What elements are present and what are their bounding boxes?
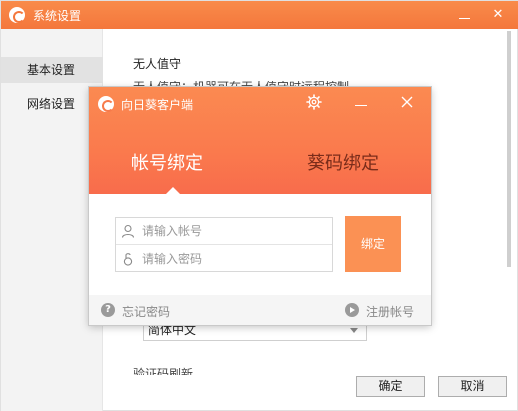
minimize-icon[interactable] bbox=[353, 94, 369, 110]
tab-account-binding[interactable]: 帐号绑定 bbox=[131, 149, 203, 175]
forgot-password-link[interactable]: 忘记密码 bbox=[122, 303, 170, 320]
close-button[interactable]: ✕ bbox=[487, 5, 509, 25]
sidebar-item-network-settings[interactable]: 网络设置 bbox=[1, 91, 103, 117]
client-dialog-header: 向日葵客户端 帐号绑定 葵码绑定 bbox=[89, 87, 431, 194]
client-dialog-body: 绑定 bbox=[89, 194, 431, 295]
register-arrow-icon bbox=[345, 303, 359, 317]
minimize-button[interactable] bbox=[453, 5, 475, 25]
unattended-heading: 无人值守 bbox=[133, 57, 182, 71]
cancel-button[interactable]: 取消 bbox=[438, 376, 507, 397]
sunflower-logo-icon bbox=[98, 96, 114, 112]
lock-icon bbox=[121, 252, 135, 266]
sidebar-item-basic-settings[interactable]: 基本设置 bbox=[1, 57, 103, 83]
settings-sidebar: 基本设置 网络设置 bbox=[1, 29, 103, 411]
close-icon[interactable] bbox=[399, 94, 415, 110]
register-account-link[interactable]: 注册帐号 bbox=[366, 303, 414, 320]
settings-window-title: 系统设置 bbox=[33, 9, 82, 23]
active-tab-indicator bbox=[166, 187, 180, 194]
login-input-group bbox=[115, 217, 333, 272]
language-select-value: 简体中文 bbox=[148, 323, 197, 337]
settings-titlebar: 系统设置 ✕ bbox=[1, 1, 518, 29]
account-input[interactable] bbox=[142, 220, 328, 242]
client-dialog-footer: ? 忘记密码 注册帐号 bbox=[89, 295, 431, 325]
gear-icon[interactable] bbox=[306, 94, 322, 110]
client-dialog-title: 向日葵客户端 bbox=[121, 98, 194, 112]
client-dialog: 向日葵客户端 帐号绑定 葵码绑定 请输入帐号 绑定 ? 忘记密码 注册帐号 bbox=[89, 87, 431, 325]
bind-button[interactable]: 绑定 bbox=[345, 216, 401, 272]
help-icon: ? bbox=[101, 303, 115, 317]
ok-button[interactable]: 确定 bbox=[356, 376, 425, 397]
scrollbar-thumb[interactable] bbox=[507, 31, 511, 267]
sunflower-logo-icon bbox=[9, 7, 25, 23]
input-divider bbox=[116, 244, 332, 245]
settings-scrollbar[interactable] bbox=[505, 29, 513, 269]
verification-code-label: 验证码刷新 bbox=[133, 367, 194, 375]
password-input[interactable] bbox=[142, 248, 328, 270]
tab-sunflower-code-binding[interactable]: 葵码绑定 bbox=[307, 149, 379, 175]
dropdown-arrow-icon bbox=[350, 328, 358, 333]
user-icon bbox=[121, 224, 135, 238]
